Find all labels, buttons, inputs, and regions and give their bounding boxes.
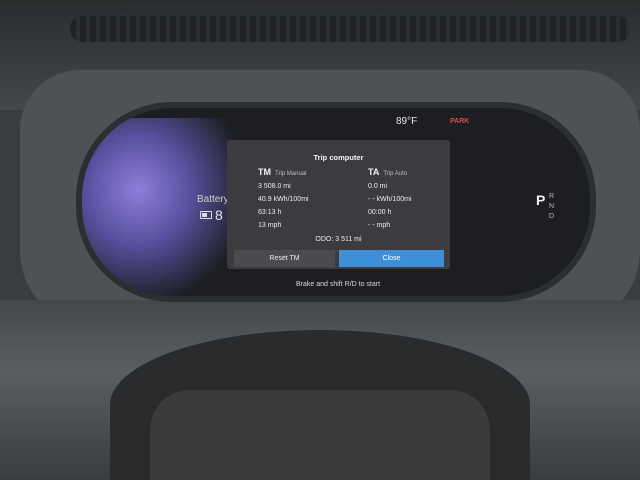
reset-tm-button[interactable]: Reset TM <box>234 250 335 267</box>
trip-computer-dialog: Trip computer TM Trip Manual 3 508.0 mi … <box>227 140 450 269</box>
gear-option-n: N <box>549 203 555 210</box>
gear-option-d: D <box>549 213 555 220</box>
outside-temperature: 89°F <box>396 116 418 127</box>
odometer: ODO: 3 511 mi <box>315 236 362 243</box>
trip-manual-name: Trip Manual <box>275 171 307 177</box>
close-button[interactable]: Close <box>339 250 444 267</box>
battery-icon <box>200 211 212 219</box>
trip-manual-time: 63:13 h <box>258 209 282 216</box>
trip-manual-consumption: 40.9 kWh/100mi <box>258 196 309 203</box>
gear-current: P <box>536 192 546 208</box>
gear-options: R N D <box>549 192 554 222</box>
trip-auto-speed: - - mph <box>368 222 391 229</box>
steering-wheel-pad <box>150 390 490 480</box>
trip-auto-name: Trip Auto <box>383 171 408 177</box>
trip-manual-column: TM Trip Manual 3 508.0 mi 40.9 kWh/100mi… <box>258 167 309 232</box>
battery-label: Battery <box>197 194 229 205</box>
battery-level: 8 <box>200 207 223 223</box>
dialog-title: Trip computer <box>313 153 364 162</box>
park-indicator: PARK <box>450 118 470 125</box>
trip-auto-header: TA Trip Auto <box>368 167 412 180</box>
trip-auto-column: TA Trip Auto 0.0 mi - - kWh/100mi 00:00 … <box>368 167 412 232</box>
trip-auto-abbr: TA <box>368 167 380 177</box>
trip-auto-consumption: - - kWh/100mi <box>368 196 412 203</box>
gear-option-r: R <box>549 193 555 200</box>
defroster-vent <box>70 16 630 42</box>
trip-manual-speed: 13 mph <box>258 222 282 229</box>
trip-manual-abbr: TM <box>258 167 271 177</box>
trip-auto-distance: 0.0 mi <box>368 183 388 190</box>
trip-manual-distance: 3 508.0 mi <box>258 183 291 190</box>
battery-value: 8 <box>215 207 223 223</box>
trip-manual-header: TM Trip Manual <box>258 167 309 180</box>
trip-auto-time: 00:00 h <box>368 209 392 216</box>
start-hint: Brake and shift R/D to start <box>296 281 381 288</box>
